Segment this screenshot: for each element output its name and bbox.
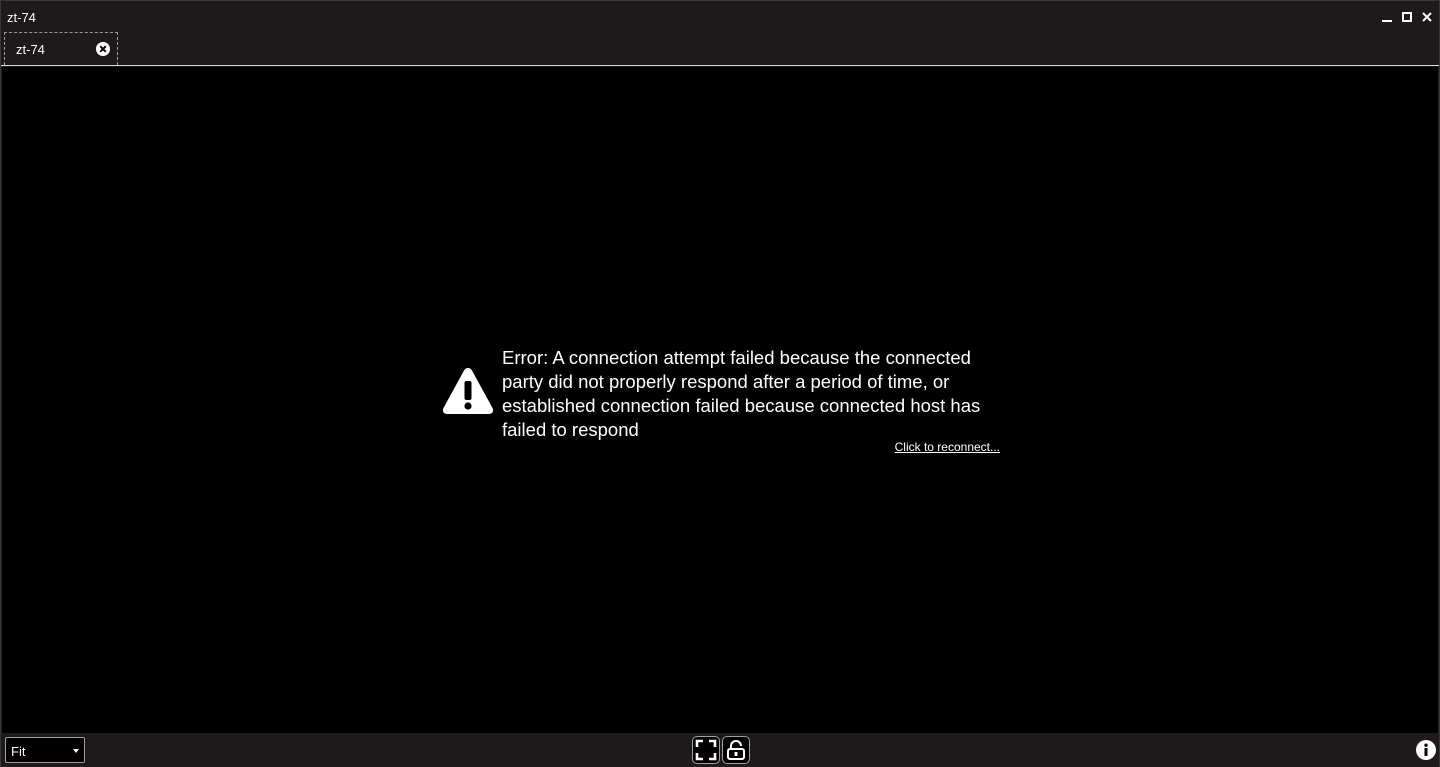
reconnect-link[interactable]: Click to reconnect... <box>895 440 1000 454</box>
close-circle-icon <box>96 42 110 56</box>
window-title: zt-74 <box>7 10 36 25</box>
bottom-toolbar: Fit <box>1 733 1439 767</box>
close-icon <box>1422 12 1432 22</box>
info-icon <box>1416 740 1436 760</box>
scale-mode-value: Fit <box>11 744 26 759</box>
minimize-icon <box>1382 20 1392 22</box>
scale-mode-select[interactable]: Fit <box>5 737 85 763</box>
tab-bar: zt-74 <box>1 32 1439 66</box>
tab-label: zt-74 <box>16 42 45 57</box>
tab-session[interactable]: zt-74 <box>4 32 118 65</box>
window-controls <box>1381 10 1433 24</box>
tab-close-button[interactable] <box>95 41 111 57</box>
maximize-button[interactable] <box>1401 10 1413 24</box>
title-bar: zt-74 <box>1 1 1439 33</box>
minimize-button[interactable] <box>1381 10 1393 24</box>
unlock-icon <box>727 739 745 760</box>
close-button[interactable] <box>1421 10 1433 24</box>
warning-icon <box>442 368 494 414</box>
fullscreen-icon <box>695 739 717 761</box>
maximize-icon <box>1402 12 1412 22</box>
remote-session-window: zt-74 zt-74 Error: A connection attempt … <box>0 0 1440 767</box>
info-button[interactable] <box>1416 740 1436 760</box>
fullscreen-button[interactable] <box>692 736 720 764</box>
lock-toggle-button[interactable] <box>722 736 750 764</box>
connection-error: Error: A connection attempt failed becau… <box>442 346 1002 466</box>
chevron-down-icon <box>73 749 79 753</box>
error-message: Error: A connection attempt failed becau… <box>502 347 981 440</box>
remote-viewport[interactable]: Error: A connection attempt failed becau… <box>2 67 1438 733</box>
